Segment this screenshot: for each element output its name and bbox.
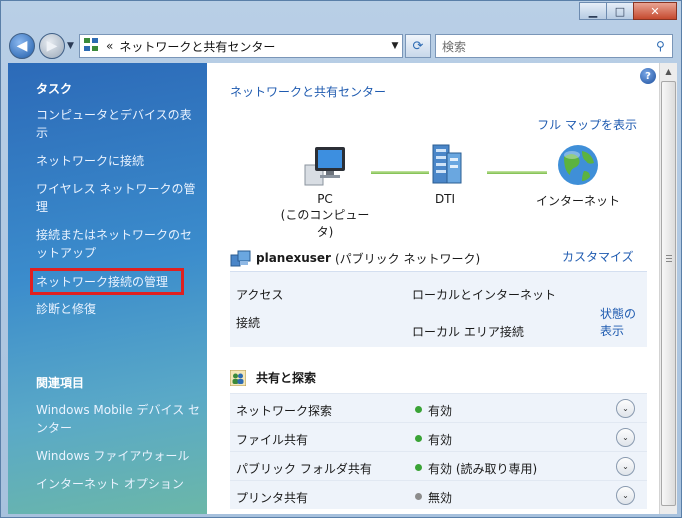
minimize-icon: ▁ <box>588 4 598 18</box>
view-status-link[interactable]: 状態の表示 <box>600 306 640 340</box>
navigation-bar: ◀ ▶ ▼ « ネットワークと共有センター ▼ ⟳ 検索 ⚲ <box>1 29 681 63</box>
help-glyph: ? <box>645 70 651 82</box>
sharing-row-status: 有効 <box>428 433 453 447</box>
network-info-box: アクセス ローカルとインターネット 接続 ローカル エリア接続 状態の表示 <box>230 271 647 347</box>
minimize-button[interactable]: ▁ <box>579 2 607 20</box>
related-internet-options[interactable]: インターネット オプション <box>36 475 201 493</box>
sharing-header: 共有と探索 <box>229 369 650 386</box>
task-connect-network[interactable]: ネットワークに接続 <box>36 152 201 170</box>
breadcrumb-location[interactable]: ネットワークと共有センター <box>119 38 388 55</box>
expand-button[interactable]: ⌄ <box>616 457 635 476</box>
address-dropdown-icon[interactable]: ▼ <box>388 41 402 51</box>
maximize-button[interactable]: □ <box>606 2 634 20</box>
back-button[interactable]: ◀ <box>9 33 35 59</box>
window-controls: ▁ □ ✕ <box>579 2 677 20</box>
related-windows-firewall[interactable]: Windows ファイアウォール <box>36 447 201 465</box>
sharing-row-status: 無効 <box>428 491 453 505</box>
page-title[interactable]: ネットワークと共有センター <box>230 83 386 100</box>
expand-button[interactable]: ⌄ <box>616 486 635 505</box>
refresh-icon: ⟳ <box>412 38 424 54</box>
network-icon <box>432 144 462 184</box>
task-view-computers-devices[interactable]: コンピュータとデバイスの表示 <box>36 106 201 142</box>
recent-pages-dropdown[interactable]: ▼ <box>67 41 74 51</box>
breadcrumb-overflow[interactable]: « <box>106 39 113 53</box>
access-value: ローカルとインターネット <box>412 288 557 302</box>
scroll-thumb[interactable] <box>661 81 676 506</box>
sharing-row-label: ネットワーク探索 <box>236 404 333 418</box>
sharing-row-file-sharing: ファイル共有 有効 ⌄ <box>230 422 647 451</box>
sharing-row-status: 有効 <box>428 404 453 418</box>
task-setup-connection[interactable]: 接続またはネットワークのセットアップ <box>36 226 201 262</box>
full-map-link[interactable]: フル マップを表示 <box>537 116 637 133</box>
chevron-down-icon: ⌄ <box>622 433 629 442</box>
grip-line <box>666 255 672 256</box>
customize-link[interactable]: カスタマイズ <box>562 248 634 265</box>
network-type: (パブリック ネットワーク) <box>334 251 481 266</box>
forward-button[interactable]: ▶ <box>39 33 65 59</box>
status-dot-icon <box>415 406 422 413</box>
pc-label: PC <box>317 192 333 206</box>
sharing-row-label: ファイル共有 <box>236 433 309 447</box>
map-node-internet: インターネット <box>533 143 623 209</box>
explorer-window: ▁ □ ✕ ◀ ▶ ▼ « ネットワークと共有センター ▼ ⟳ 検索 ⚲ タスク <box>0 0 682 518</box>
address-bar[interactable]: « ネットワークと共有センター ▼ <box>79 34 403 58</box>
search-box[interactable]: 検索 ⚲ <box>435 34 673 58</box>
arrow-up-icon: ▲ <box>665 67 672 76</box>
task-manage-wireless[interactable]: ワイヤレス ネットワークの管理 <box>36 180 201 216</box>
chevron-down-icon: ⌄ <box>622 404 629 413</box>
tasks-heading: タスク <box>36 82 73 96</box>
sharing-row-public-folder: パブリック フォルダ共有 有効 (読み取り専用) ⌄ <box>230 451 647 480</box>
task-diagnose-repair[interactable]: 診断と修復 <box>36 300 201 318</box>
grip-line <box>666 258 672 259</box>
access-label: アクセス <box>236 288 284 302</box>
search-icon[interactable]: ⚲ <box>656 39 672 53</box>
back-arrow-icon: ◀ <box>16 38 28 54</box>
network-center-icon <box>84 38 100 54</box>
expand-button[interactable]: ⌄ <box>616 428 635 447</box>
related-heading: 関連項目 <box>36 376 85 390</box>
status-dot-icon <box>415 493 422 500</box>
internet-label: インターネット <box>535 194 620 208</box>
highlight-box <box>30 268 184 295</box>
network-name: planexuser <box>256 251 331 265</box>
search-input[interactable]: 検索 <box>442 38 656 55</box>
pc-sublabel: (このコンピュータ) <box>280 208 370 239</box>
expand-button[interactable]: ⌄ <box>616 399 635 418</box>
sharing-row-label: プリンタ共有 <box>236 491 309 505</box>
sharing-row-network-discovery: ネットワーク探索 有効 ⌄ <box>230 393 647 422</box>
grip-line <box>666 261 672 262</box>
close-icon: ✕ <box>650 4 660 18</box>
computer-icon <box>304 147 345 186</box>
network-label: DTI <box>434 192 456 206</box>
main-content: ? ネットワークと共有センター フル マップを表示 PC (このコンピュータ) <box>207 63 659 514</box>
sharing-title: 共有と探索 <box>256 371 317 385</box>
map-node-pc: PC (このコンピュータ) <box>275 143 375 240</box>
map-node-dti: DTI <box>415 143 475 206</box>
connection-value: ローカル エリア接続 <box>412 325 524 339</box>
close-button[interactable]: ✕ <box>633 2 677 20</box>
refresh-button[interactable]: ⟳ <box>405 34 431 58</box>
title-bar: ▁ □ ✕ <box>1 1 681 29</box>
sharing-row-status: 有効 (読み取り専用) <box>428 462 538 476</box>
forward-arrow-icon: ▶ <box>46 38 58 54</box>
maximize-icon: □ <box>614 4 626 18</box>
sharing-table: ネットワーク探索 有効 ⌄ ファイル共有 有効 ⌄ パブリック フォルダ共有 有… <box>230 393 647 509</box>
sharing-users-icon <box>229 369 247 386</box>
sharing-row-printer: プリンタ共有 無効 ⌄ <box>230 480 647 509</box>
vertical-scrollbar[interactable]: ▲ <box>659 63 677 514</box>
scroll-up-button[interactable]: ▲ <box>660 63 677 80</box>
connection-label: 接続 <box>236 316 261 330</box>
chevron-down-icon: ▼ <box>67 41 74 51</box>
related-windows-mobile[interactable]: Windows Mobile デバイス センター <box>36 401 201 437</box>
status-dot-icon <box>415 464 422 471</box>
network-status-icon <box>230 249 252 267</box>
help-icon[interactable]: ? <box>640 68 656 84</box>
globe-icon <box>558 145 598 185</box>
chevron-down-icon: ⌄ <box>622 491 629 500</box>
chevron-down-icon: ⌄ <box>622 462 629 471</box>
status-dot-icon <box>415 435 422 442</box>
sharing-row-label: パブリック フォルダ共有 <box>236 462 372 476</box>
task-pane: タスク コンピュータとデバイスの表示 ネットワークに接続 ワイヤレス ネットワー… <box>8 63 207 514</box>
